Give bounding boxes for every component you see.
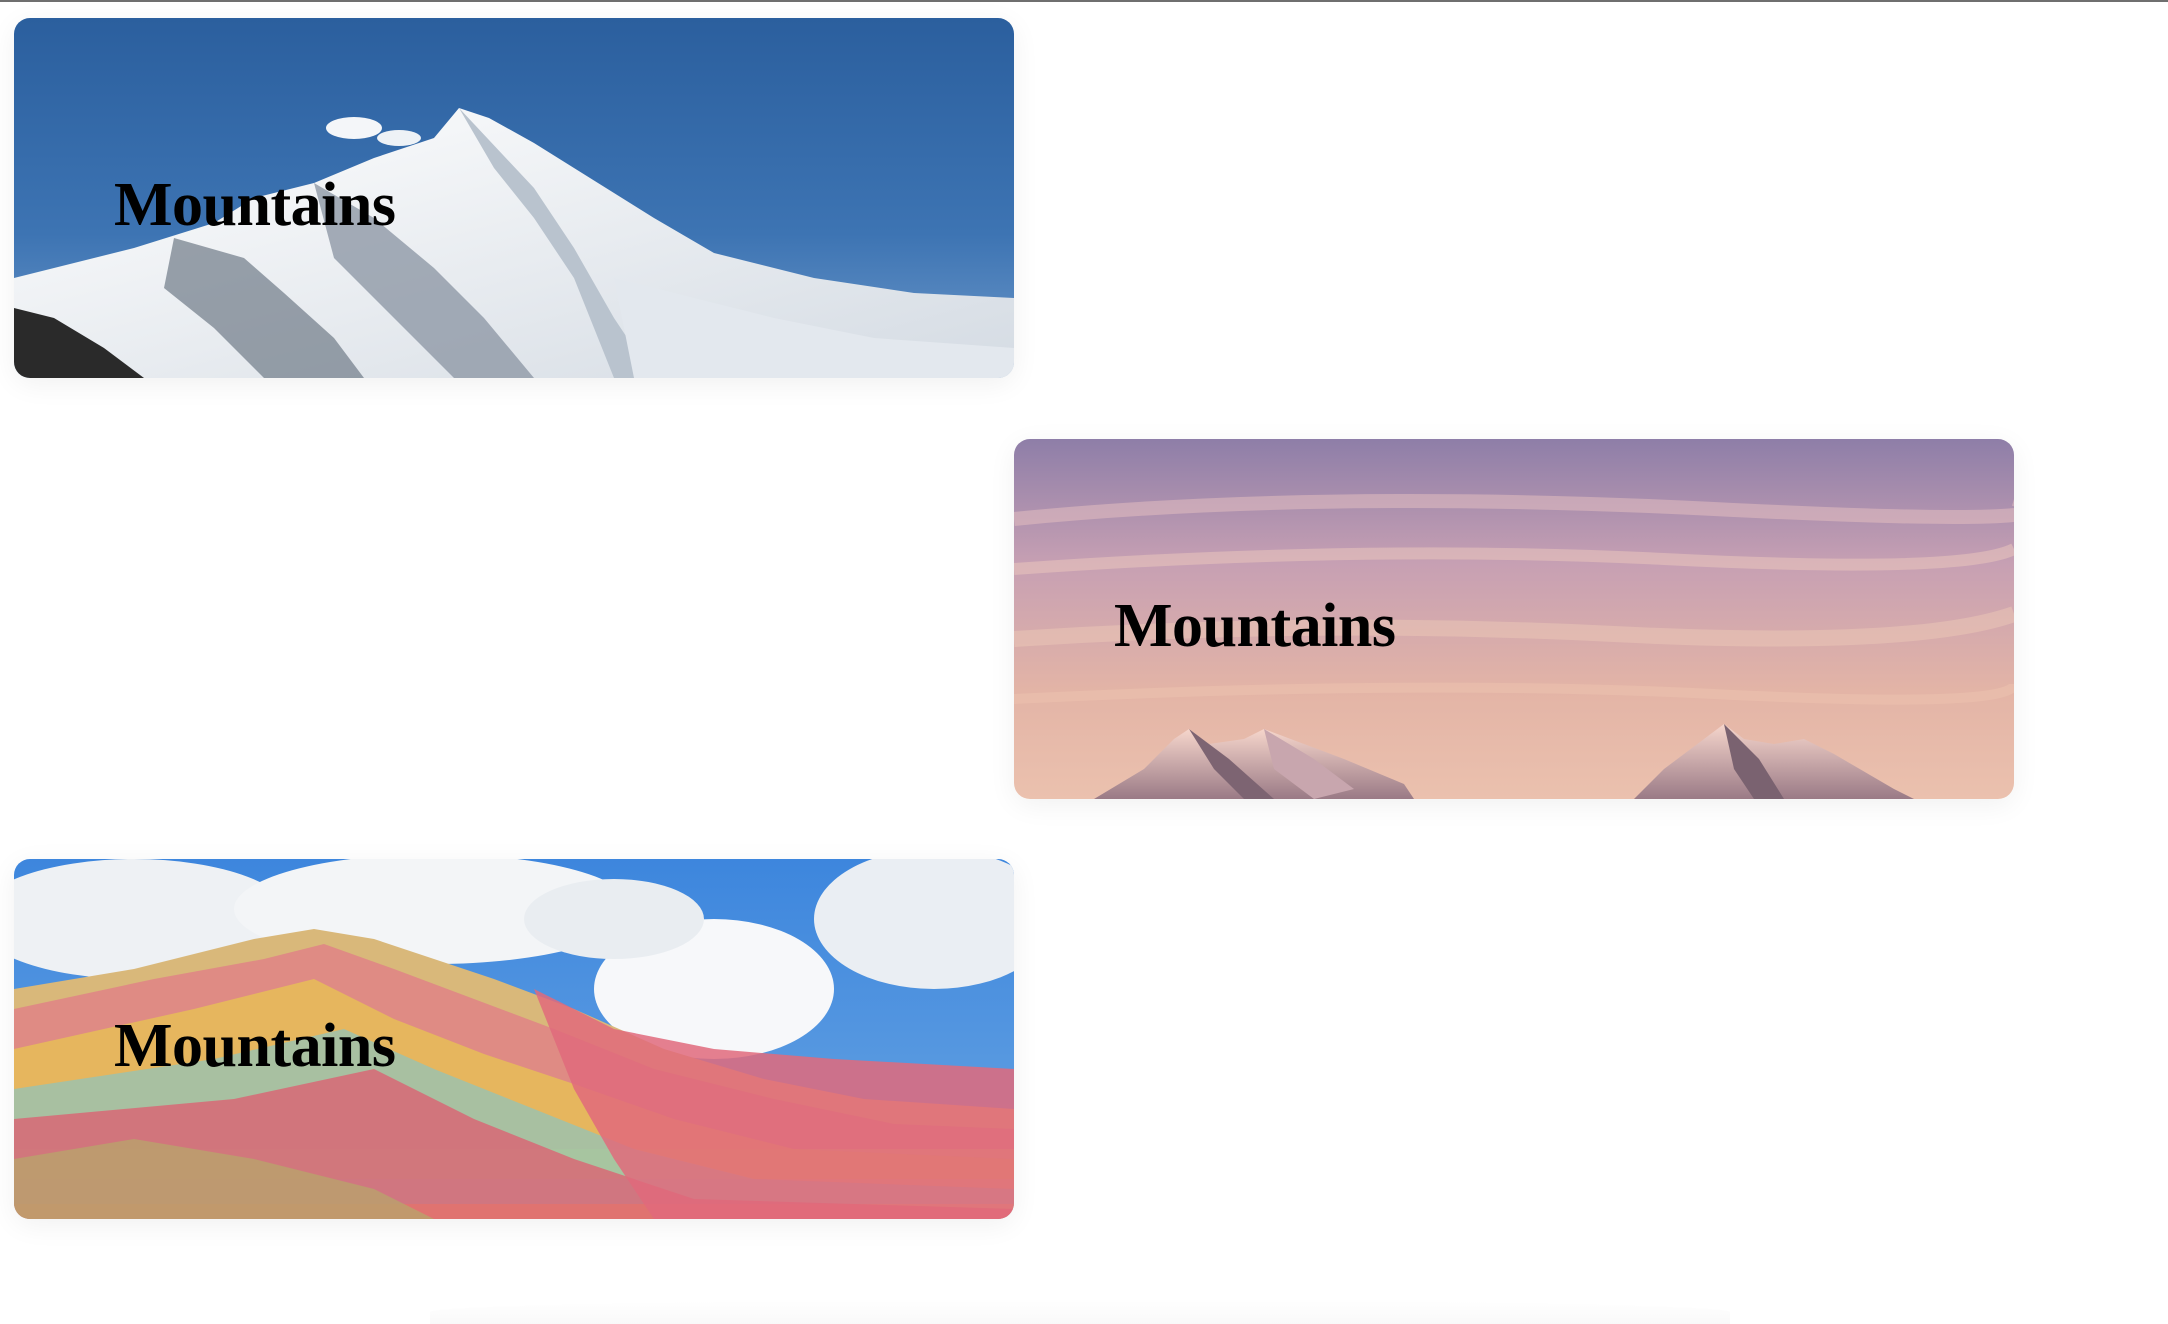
card-title: Mountains xyxy=(114,1012,396,1080)
mountain-card-3[interactable]: Mountains xyxy=(14,859,1014,1219)
mountain-card-2[interactable]: Mountains xyxy=(1014,439,2014,799)
bottom-shadow xyxy=(430,1300,1730,1324)
mountain-card-1[interactable]: Mountains xyxy=(14,18,1014,378)
card-title: Mountains xyxy=(114,171,396,239)
card-title: Mountains xyxy=(1114,592,1396,660)
top-border xyxy=(0,0,2168,2)
